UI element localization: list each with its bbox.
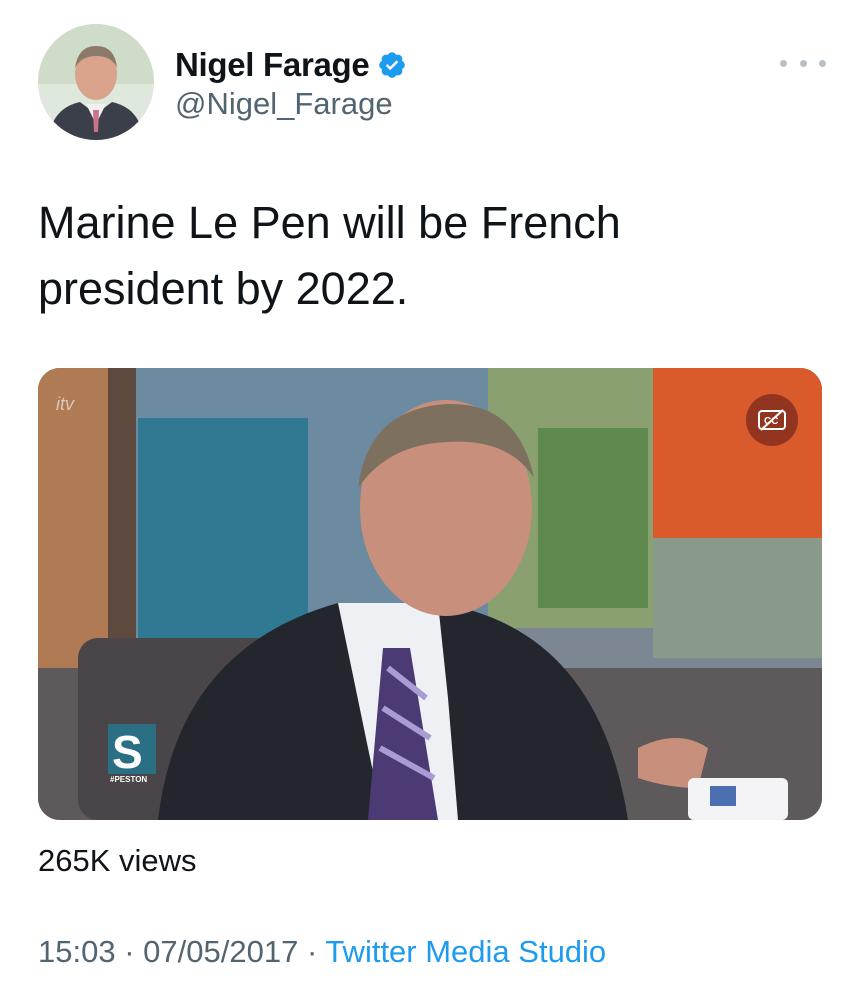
avatar[interactable] [38, 24, 154, 140]
tweet-date[interactable]: 07/05/2017 [143, 934, 298, 969]
source-link[interactable]: Twitter Media Studio [325, 934, 606, 969]
closed-captions-icon[interactable]: CC [746, 394, 798, 446]
separator: · [306, 934, 318, 969]
verified-badge-icon [377, 50, 407, 80]
tweet-metadata: 15:03 · 07/05/2017 · Twitter Media Studi… [38, 934, 606, 970]
channel-logo: itv [56, 394, 75, 414]
tweet-time[interactable]: 15:03 [38, 934, 116, 969]
separator: · [124, 934, 135, 969]
svg-text:S: S [112, 726, 143, 778]
display-name[interactable]: Nigel Farage [175, 46, 370, 84]
show-logo: #PESTON [110, 775, 147, 784]
more-options-icon[interactable] [780, 48, 826, 78]
tweet-text: Marine Le Pen will be French president b… [38, 197, 621, 314]
author-handle[interactable]: @Nigel_Farage [175, 86, 393, 122]
video-player[interactable]: S #PESTON itv CC [38, 368, 822, 820]
view-count: 265K views [38, 843, 197, 878]
